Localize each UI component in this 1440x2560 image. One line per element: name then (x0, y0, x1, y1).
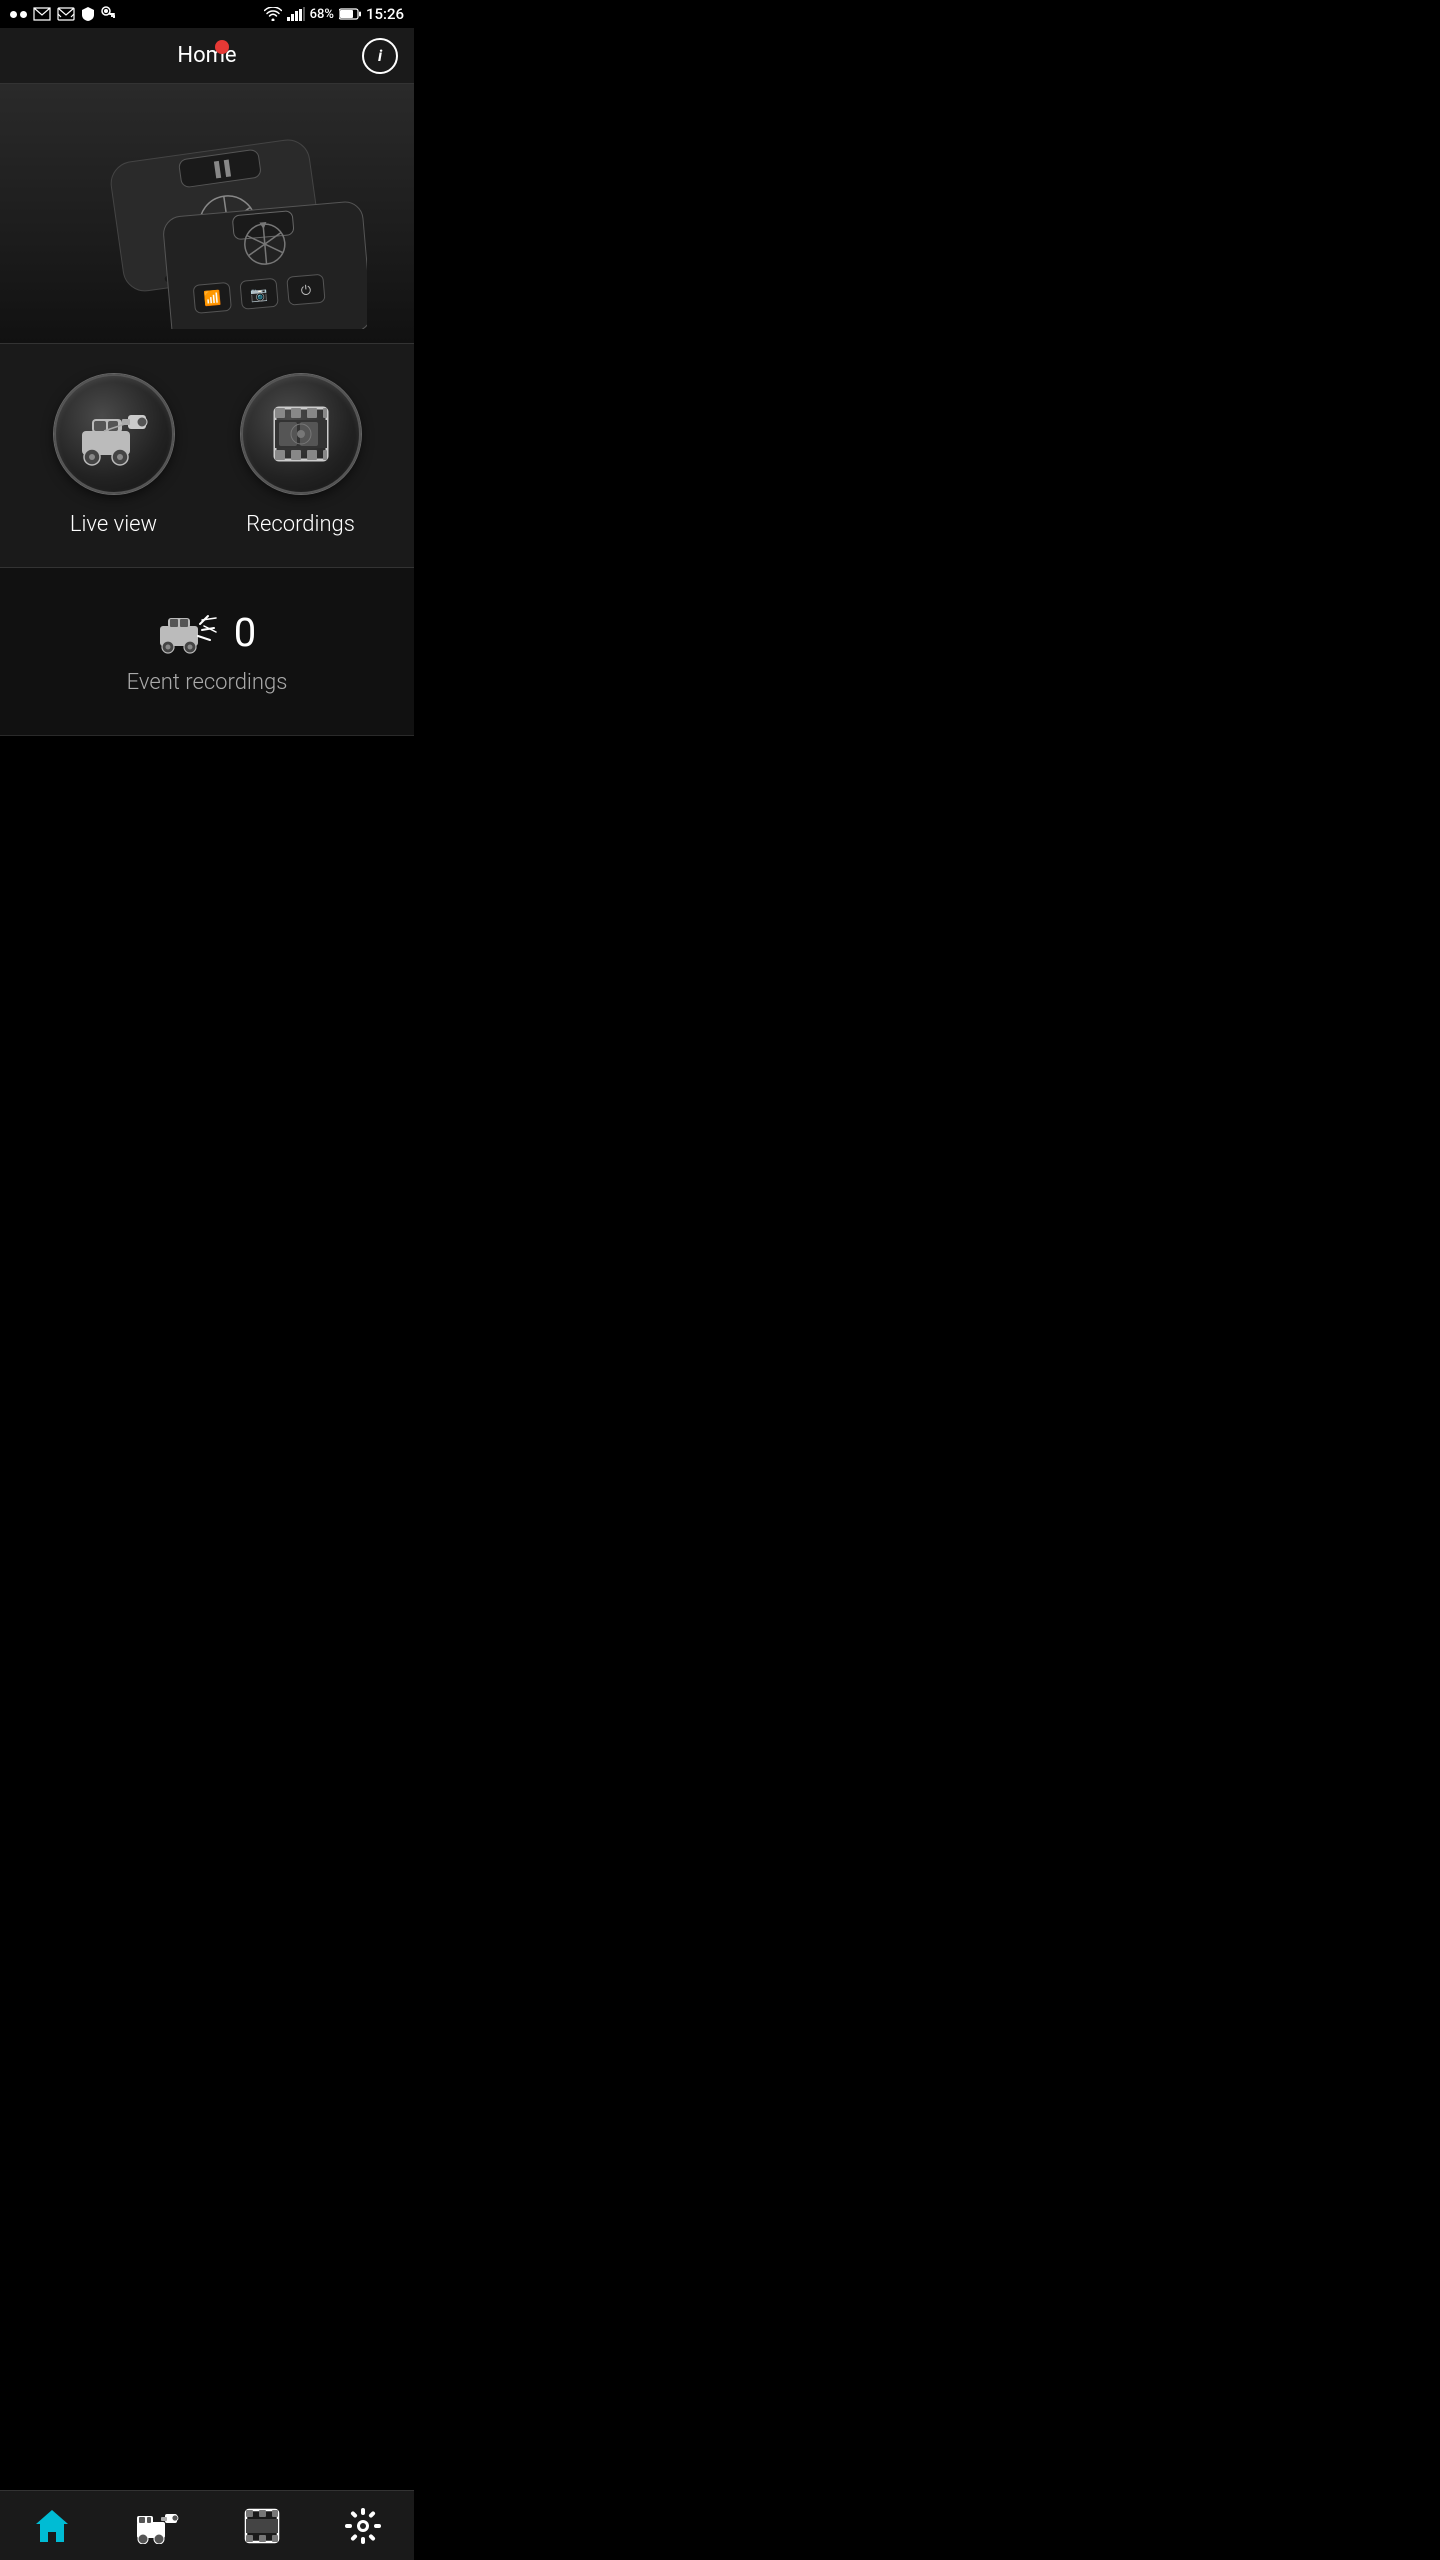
status-right-icons: 68% 15:26 (264, 5, 404, 23)
live-view-action[interactable]: Live view (44, 374, 184, 537)
signal-icon (287, 7, 305, 21)
recordings-label: Recordings (246, 512, 355, 537)
live-view-circle (54, 374, 174, 494)
nav-settings[interactable] (328, 2491, 398, 2560)
svg-text:📷: 📷 (250, 286, 269, 303)
dot-pair-icon (10, 11, 27, 18)
settings-gear-icon (344, 2507, 382, 2545)
event-recordings-label: Event recordings (127, 670, 288, 695)
recording-indicator (215, 40, 229, 54)
status-bar: 68% 15:26 (0, 0, 414, 28)
dashcam-device-illustration: ▐▐ ▼ 📶 📷 ⏻ (47, 99, 367, 329)
gmail-icon (33, 7, 51, 21)
nav-camera-car-icon (135, 2508, 179, 2544)
car-crash-icon (158, 608, 218, 656)
live-view-label: Live view (70, 512, 157, 537)
nav-film-icon (243, 2507, 281, 2545)
event-count-row: 0 (158, 608, 256, 656)
bottom-nav (0, 2490, 414, 2560)
event-section[interactable]: 0 Event recordings (0, 568, 414, 736)
dot2 (20, 11, 27, 18)
home-icon (32, 2506, 72, 2546)
recordings-circle (241, 374, 361, 494)
status-left-icons (10, 6, 115, 22)
actions-section: Live view (0, 344, 414, 568)
shield-icon (81, 6, 95, 22)
wifi-icon (264, 7, 282, 21)
dot1 (10, 11, 17, 18)
camera-car-icon (74, 399, 154, 469)
device-image-section: ▐▐ ▼ 📶 📷 ⏻ (0, 84, 414, 344)
battery-percent: 68% (310, 7, 334, 22)
nav-recordings[interactable] (227, 2491, 297, 2560)
nav-live-view[interactable] (119, 2491, 195, 2560)
event-count-number: 0 (234, 609, 256, 656)
nav-home[interactable] (16, 2491, 88, 2560)
svg-text:⏻: ⏻ (300, 283, 312, 299)
clock: 15:26 (366, 5, 404, 23)
svg-text:📶: 📶 (203, 289, 222, 307)
email-icon (57, 7, 75, 21)
info-icon: i (378, 46, 382, 65)
app-header: Home i (0, 28, 414, 84)
recordings-action[interactable]: Recordings (231, 374, 371, 537)
key-icon (101, 6, 115, 22)
info-button[interactable]: i (362, 38, 398, 74)
battery-icon (339, 8, 361, 20)
film-reel-icon (265, 398, 337, 470)
